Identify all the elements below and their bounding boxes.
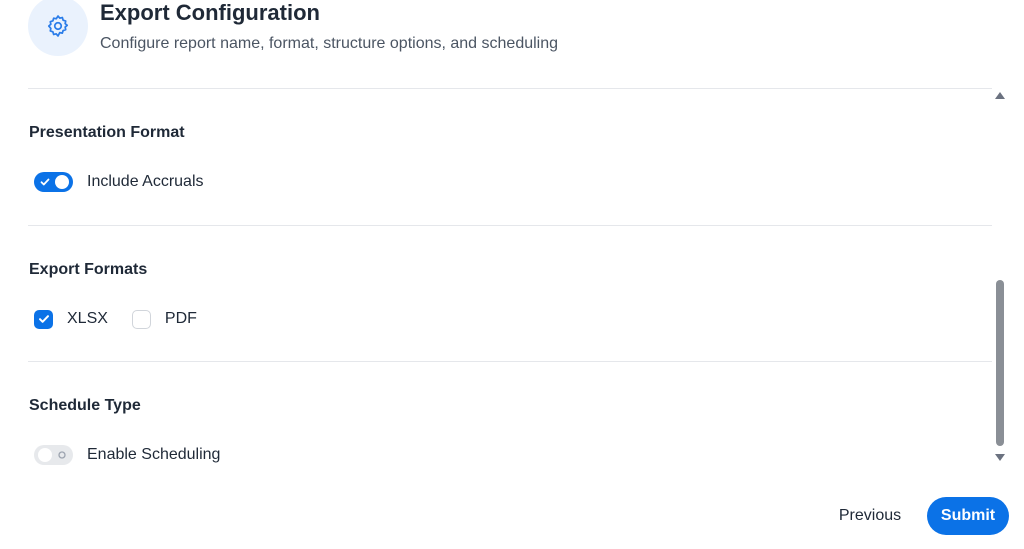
- previous-button[interactable]: Previous: [820, 497, 920, 535]
- enable-scheduling-toggle[interactable]: [34, 445, 73, 465]
- enable-scheduling-label: Enable Scheduling: [87, 446, 221, 463]
- pdf-label: PDF: [164, 310, 197, 327]
- scroll-down-arrow-icon[interactable]: [995, 454, 1005, 461]
- scroll-up-arrow-icon[interactable]: [995, 92, 1005, 99]
- export-format-options: XLSX PDF: [34, 309, 197, 329]
- xlsx-checkbox[interactable]: [34, 309, 53, 329]
- export-configuration-dialog: Export Configuration Configure report na…: [0, 0, 1024, 549]
- section-title: Presentation Format: [29, 124, 185, 141]
- include-accruals-label: Include Accruals: [87, 173, 204, 190]
- page-title: Export Configuration: [100, 0, 320, 25]
- section-schedule-type: Schedule Type Enable Scheduling: [28, 361, 992, 468]
- section-presentation-format: Presentation Format Include Accruals: [28, 89, 992, 225]
- form-scroll-area[interactable]: Presentation Format Include Accruals Exp…: [28, 88, 992, 468]
- include-accruals-row: Include Accruals: [34, 172, 204, 192]
- gear-icon: [47, 15, 69, 37]
- scrollbar-thumb[interactable]: [996, 280, 1004, 446]
- header-icon-badge: [28, 0, 88, 56]
- page-subtitle: Configure report name, format, structure…: [100, 35, 559, 52]
- include-accruals-toggle[interactable]: [34, 172, 73, 192]
- vertical-scrollbar[interactable]: [993, 88, 1007, 468]
- off-circle-icon: [58, 451, 66, 459]
- enable-scheduling-row: Enable Scheduling: [34, 445, 220, 465]
- toggle-knob: [38, 448, 52, 462]
- section-title: Schedule Type: [29, 397, 141, 414]
- toggle-knob: [55, 175, 69, 189]
- section-export-formats: Export Formats XLSX PDF: [28, 225, 992, 361]
- section-title: Export Formats: [29, 261, 148, 278]
- check-icon: [38, 315, 49, 323]
- pdf-checkbox[interactable]: [131, 309, 151, 329]
- submit-button[interactable]: Submit: [927, 497, 1009, 535]
- check-icon: [40, 178, 50, 186]
- xlsx-label: XLSX: [67, 310, 108, 327]
